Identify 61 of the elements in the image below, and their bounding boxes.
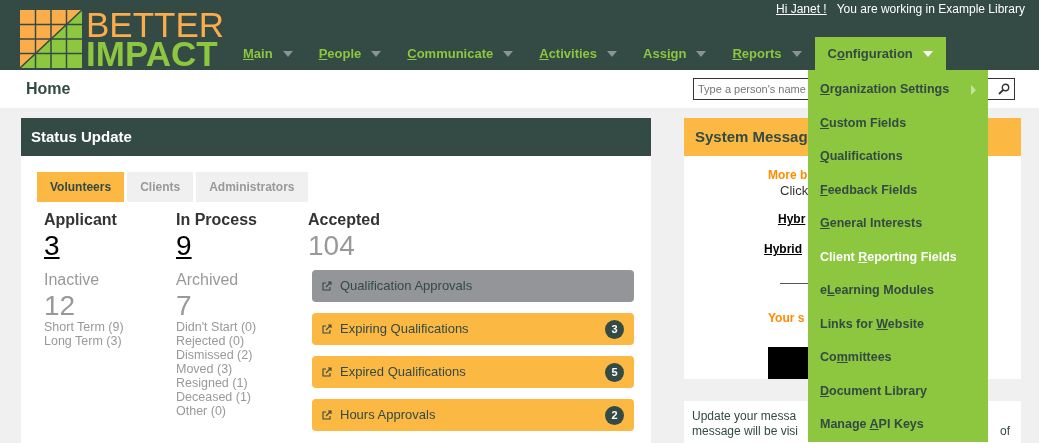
count-text: 12 — [44, 292, 77, 320]
menu-item[interactable]: Feedback Fields — [808, 173, 988, 207]
tab[interactable]: Volunteers — [37, 172, 125, 202]
message-heading: More b — [768, 167, 808, 184]
external-link-icon — [322, 324, 332, 334]
detail-text: Short Term (9) — [44, 320, 125, 334]
count-link[interactable]: 3 — [44, 232, 60, 260]
note-text: message will be visi — [692, 424, 799, 439]
sub-heading: Archived — [176, 270, 240, 290]
nav-tab[interactable]: Activities — [526, 37, 631, 70]
page-title: Home — [26, 79, 71, 99]
external-link-icon — [322, 410, 332, 420]
action-button[interactable]: Expiring Qualifications 3 — [312, 313, 634, 345]
context-text: You are working in Example Library — [836, 1, 1025, 18]
menu-item[interactable]: Manage API Keys — [808, 408, 988, 442]
count-badge: 2 — [605, 405, 624, 425]
message-text: Click — [780, 184, 809, 198]
detail-text: Dismissed (2) — [176, 348, 254, 362]
detail-text: Long Term (3) — [44, 334, 123, 348]
count-link[interactable]: 9 — [176, 232, 192, 260]
count-badge: 5 — [605, 362, 624, 382]
menu-item[interactable]: eLearning Modules — [808, 274, 988, 308]
tab[interactable]: Clients — [127, 172, 194, 202]
action-button[interactable]: Expired Qualifications 5 — [312, 356, 634, 388]
logo-text: IMPACT — [86, 39, 218, 68]
nav-tab[interactable]: Communicate — [394, 37, 527, 70]
menu-item[interactable]: Committees — [808, 341, 988, 375]
column-heading: Applicant — [44, 210, 118, 230]
column-heading: In Process — [176, 210, 258, 230]
nav-tab[interactable]: Assign — [630, 37, 720, 70]
sub-heading: Inactive — [44, 270, 101, 290]
count-badge: 3 — [605, 319, 624, 339]
nav-tab[interactable]: Configuration — [814, 37, 946, 70]
detail-text: Moved (3) — [176, 362, 234, 376]
submenu-arrow-icon — [971, 84, 976, 95]
menu-item[interactable]: Document Library — [808, 374, 988, 408]
message-link[interactable]: Hybr — [778, 210, 806, 228]
nav-tab[interactable]: Reports — [719, 37, 815, 70]
nav-tab[interactable]: Main — [230, 37, 306, 70]
greeting-link[interactable]: Hi Janet ! — [775, 0, 827, 18]
detail-text: Didn't Start (0) — [176, 320, 258, 334]
external-link-icon — [322, 367, 332, 377]
logo-text: BETTER — [86, 10, 225, 39]
message-heading: Your s — [768, 310, 805, 327]
tab[interactable]: Administrators — [196, 172, 308, 202]
column-heading: Accepted — [308, 210, 382, 230]
detail-text: Deceased (1) — [176, 390, 253, 404]
note-text: of — [1000, 424, 1010, 439]
action-button[interactable]: Hours Approvals 2 — [312, 399, 634, 431]
note-text: Update your messa — [692, 409, 797, 424]
count-text: 104 — [308, 232, 356, 260]
detail-text: Other (0) — [176, 404, 227, 418]
message-link[interactable]: Hybrid — [764, 240, 802, 258]
menu-item[interactable]: Links for Website — [808, 307, 988, 341]
nav-tab[interactable]: People — [305, 37, 395, 70]
menu-item[interactable]: General Interests — [808, 207, 988, 241]
count-text: 7 — [176, 292, 193, 320]
panel-title: Status Update — [21, 118, 651, 156]
detail-text: Resigned (1) — [176, 376, 249, 390]
detail-text: Rejected (0) — [176, 334, 246, 348]
external-link-icon — [322, 281, 332, 291]
